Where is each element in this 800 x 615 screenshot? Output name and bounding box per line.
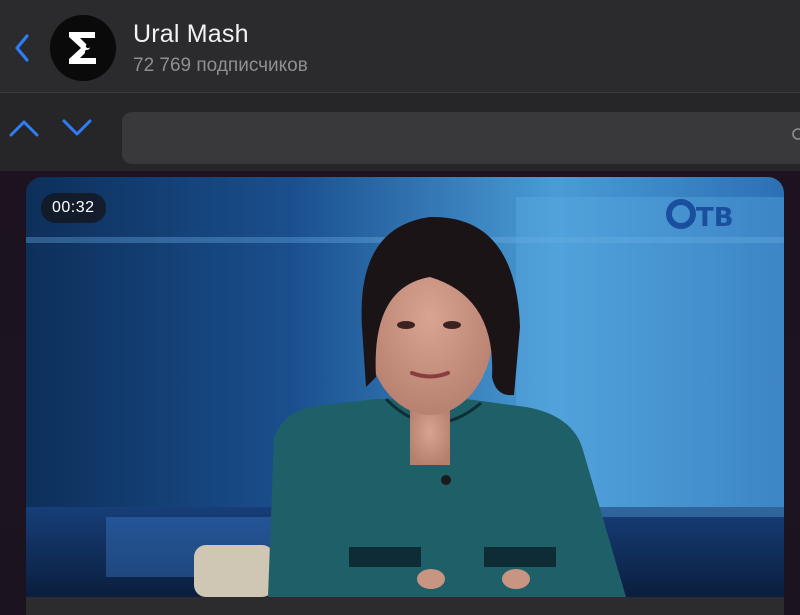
svg-text:ТВ: ТВ bbox=[696, 203, 734, 233]
sigma-logo-icon bbox=[50, 15, 116, 81]
chevron-left-icon bbox=[15, 34, 29, 62]
channel-avatar[interactable] bbox=[50, 15, 116, 81]
chat-area: ТВ 00:32 bbox=[0, 171, 800, 615]
video-thumbnail: ТВ bbox=[26, 177, 784, 597]
subscriber-count: 72 769 подписчиков bbox=[133, 55, 308, 76]
chevron-down-icon bbox=[62, 119, 92, 136]
channel-title[interactable]: Ural Mash bbox=[133, 20, 249, 49]
channel-header: Ural Mash 72 769 подписчиков bbox=[0, 0, 800, 93]
search-bar bbox=[0, 93, 800, 171]
video-duration-badge: 00:32 bbox=[41, 193, 106, 223]
telegram-channel-window: Ural Mash 72 769 подписчиков ТВ 00:32 bbox=[0, 0, 800, 615]
back-button[interactable] bbox=[8, 30, 36, 66]
video-player[interactable]: ТВ 00:32 bbox=[26, 177, 784, 597]
chevron-up-icon bbox=[9, 120, 39, 137]
search-icon[interactable] bbox=[790, 128, 800, 142]
previous-result-button[interactable] bbox=[6, 113, 42, 143]
search-input[interactable] bbox=[122, 112, 800, 164]
message-bubble: ТВ 00:32 bbox=[26, 177, 784, 615]
next-result-button[interactable] bbox=[59, 113, 95, 143]
